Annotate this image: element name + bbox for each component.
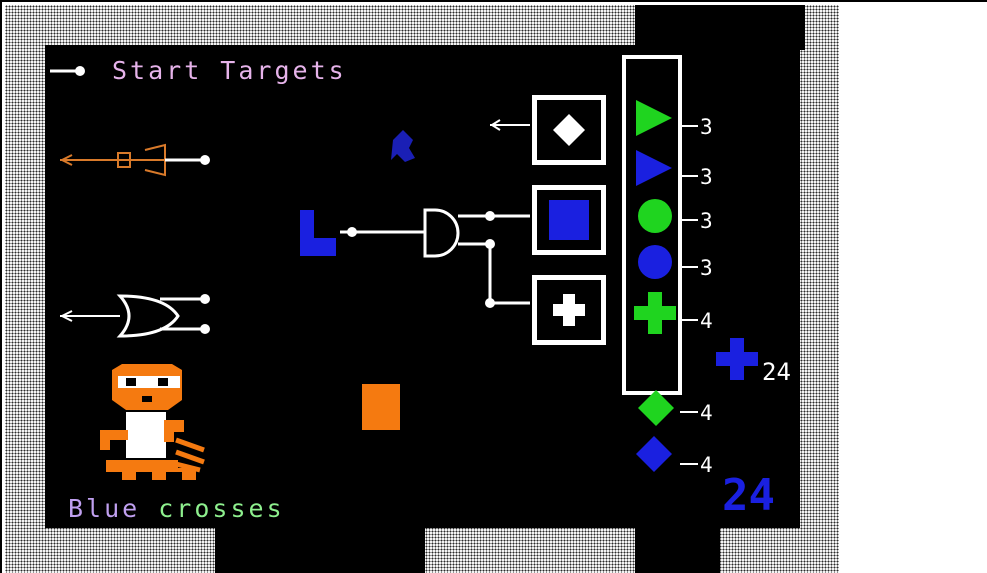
wiring-layer — [50, 55, 758, 480]
blue-boot-object — [300, 210, 336, 256]
cat-robot[interactable] — [100, 364, 205, 480]
probe-connector[interactable] — [60, 143, 210, 177]
target-ticks — [680, 125, 698, 465]
blue-triangle-count: 3 — [700, 165, 713, 189]
gate-box-diamond[interactable] — [532, 95, 606, 165]
green-circle-count: 3 — [700, 209, 713, 233]
status-message: Blue crosses — [68, 496, 285, 521]
green-cross-count: 4 — [700, 309, 713, 333]
gate-box-cross[interactable] — [532, 275, 606, 345]
corner-number: 24 — [722, 470, 775, 521]
sensor-output-arrow — [490, 119, 530, 131]
blue-cross-item[interactable] — [716, 338, 758, 380]
orange-block-object — [362, 384, 400, 430]
header-title: Start Targets — [112, 56, 347, 85]
gate-box-square[interactable] — [532, 185, 606, 255]
item-count: 24 — [762, 358, 791, 386]
blue-diamond-target — [636, 436, 672, 472]
blue-circle-count: 3 — [700, 256, 713, 280]
and-gate[interactable] — [340, 208, 530, 308]
green-circle-target — [638, 199, 672, 233]
or-gate[interactable] — [60, 294, 210, 338]
start-connector[interactable] — [50, 66, 85, 76]
green-triangle-target — [636, 100, 672, 136]
status-message-text: Blue crosses — [68, 494, 285, 523]
blue-circle-target — [638, 245, 672, 279]
green-cross-target — [634, 292, 676, 334]
blue-triangle-target — [636, 150, 672, 186]
green-diamond-target — [638, 390, 674, 426]
blue-glyph-object — [391, 130, 415, 162]
green-diamond-count: 4 — [700, 401, 713, 425]
target-shapes — [634, 100, 676, 472]
blue-diamond-count: 4 — [700, 453, 713, 477]
green-triangle-count: 3 — [700, 115, 713, 139]
